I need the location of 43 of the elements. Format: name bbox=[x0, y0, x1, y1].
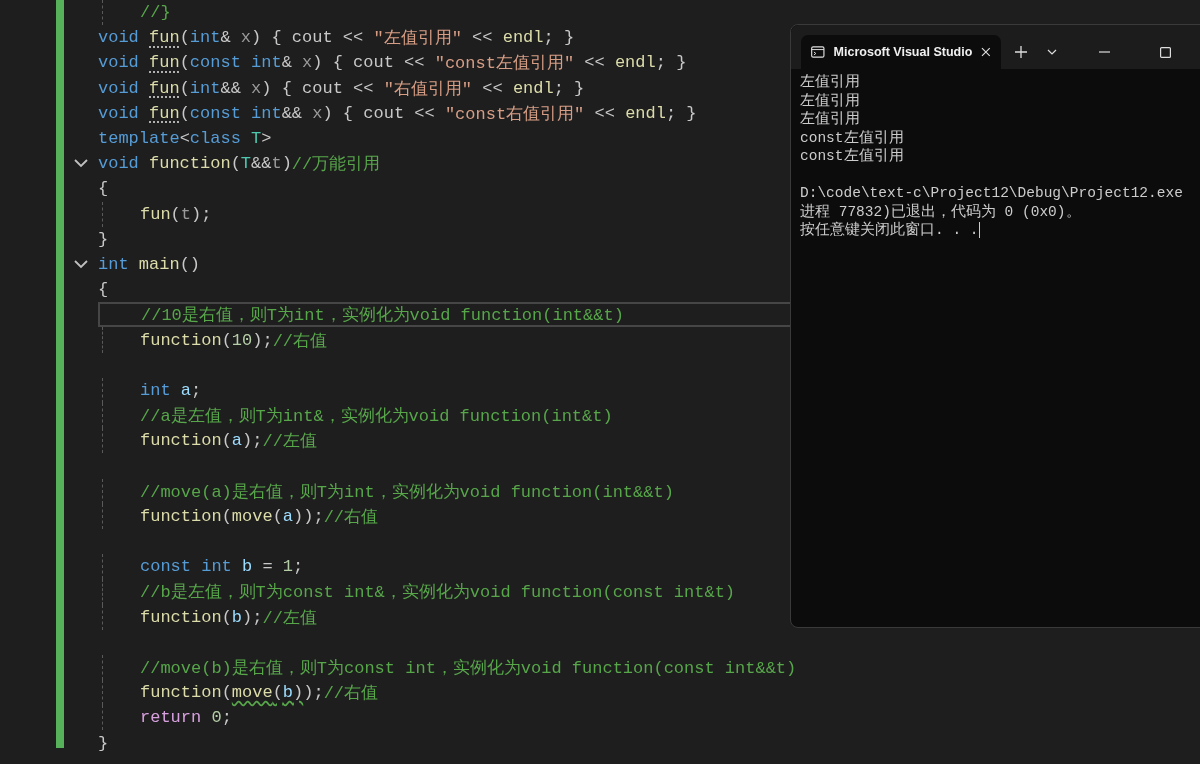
close-icon[interactable] bbox=[981, 47, 991, 57]
console-tab[interactable]: Microsoft Visual Studio bbox=[801, 35, 1001, 69]
code-line: function(10);//右值 bbox=[102, 327, 328, 353]
code-line: fun(t); bbox=[102, 201, 212, 227]
chevron-down-icon[interactable] bbox=[74, 159, 88, 169]
code-line: } bbox=[98, 732, 109, 755]
chevron-down-icon[interactable] bbox=[74, 259, 88, 269]
code-line: template<class T> bbox=[98, 128, 272, 151]
code-line: { bbox=[98, 178, 109, 201]
code-line: void fun(const int&& x) { cout << "const右值引用" << endl; } bbox=[98, 102, 697, 126]
minimize-icon bbox=[1098, 51, 1110, 53]
console-output-line: 左值引用 bbox=[800, 91, 861, 110]
console-output-line: const左值引用 bbox=[800, 128, 905, 147]
code-line: return 0; bbox=[102, 705, 232, 731]
code-line: void fun(int&& x) { cout << "右值引用" << endl; } bbox=[98, 77, 585, 101]
code-line: int a; bbox=[102, 377, 202, 403]
code-line: //a是左值，则T为int&，实例化为void function(int&t) bbox=[102, 403, 613, 429]
console-output-line: 按任意键关闭此窗口. . . bbox=[800, 221, 981, 240]
code-line: //b是左值，则T为const int&，实例化为void function(const int&t) bbox=[102, 579, 736, 605]
code-line: function(move(a));//右值 bbox=[102, 503, 379, 529]
code-line: //} bbox=[102, 0, 171, 26]
code-line: { bbox=[98, 279, 109, 302]
code-line: void fun(const int& x) { cout << "const左值引用" << endl; } bbox=[98, 52, 687, 76]
console-output-line: 进程 77832)已退出，代码为 0 (0x0)。 bbox=[800, 202, 1082, 221]
code-line: int main() bbox=[98, 253, 201, 276]
terminal-icon bbox=[811, 46, 825, 58]
chevron-down-icon bbox=[1047, 49, 1057, 55]
code-line: function(a);//左值 bbox=[102, 428, 317, 454]
console-output-line: D:\code\text-c\Project12\Debug\Project12.exe bbox=[800, 184, 1184, 203]
plus-icon bbox=[1015, 46, 1027, 58]
code-line: function(move(b));//右值 bbox=[102, 680, 379, 706]
code-line: //move(b)是右值，则T为const int，实例化为void function(const int&&t) bbox=[102, 654, 797, 681]
maximize-icon bbox=[1159, 46, 1171, 58]
code-line: } bbox=[98, 228, 109, 251]
code-line: void function(T&&t)//万能引用 bbox=[98, 153, 381, 177]
console-output-line: 左值引用 bbox=[800, 73, 861, 92]
console-output-line: const左值引用 bbox=[800, 147, 905, 166]
tab-title: Microsoft Visual Studio bbox=[833, 45, 973, 59]
code-line: //move(a)是右值，则T为int，实例化为void function(int&&t) bbox=[102, 478, 674, 504]
console-output-line: 左值引用 bbox=[800, 110, 861, 129]
code-line: const int b = 1; bbox=[102, 554, 304, 580]
code-line: void fun(int& x) { cout << "左值引用" << endl; } bbox=[98, 27, 575, 51]
code-line: function(b);//左值 bbox=[102, 604, 317, 630]
